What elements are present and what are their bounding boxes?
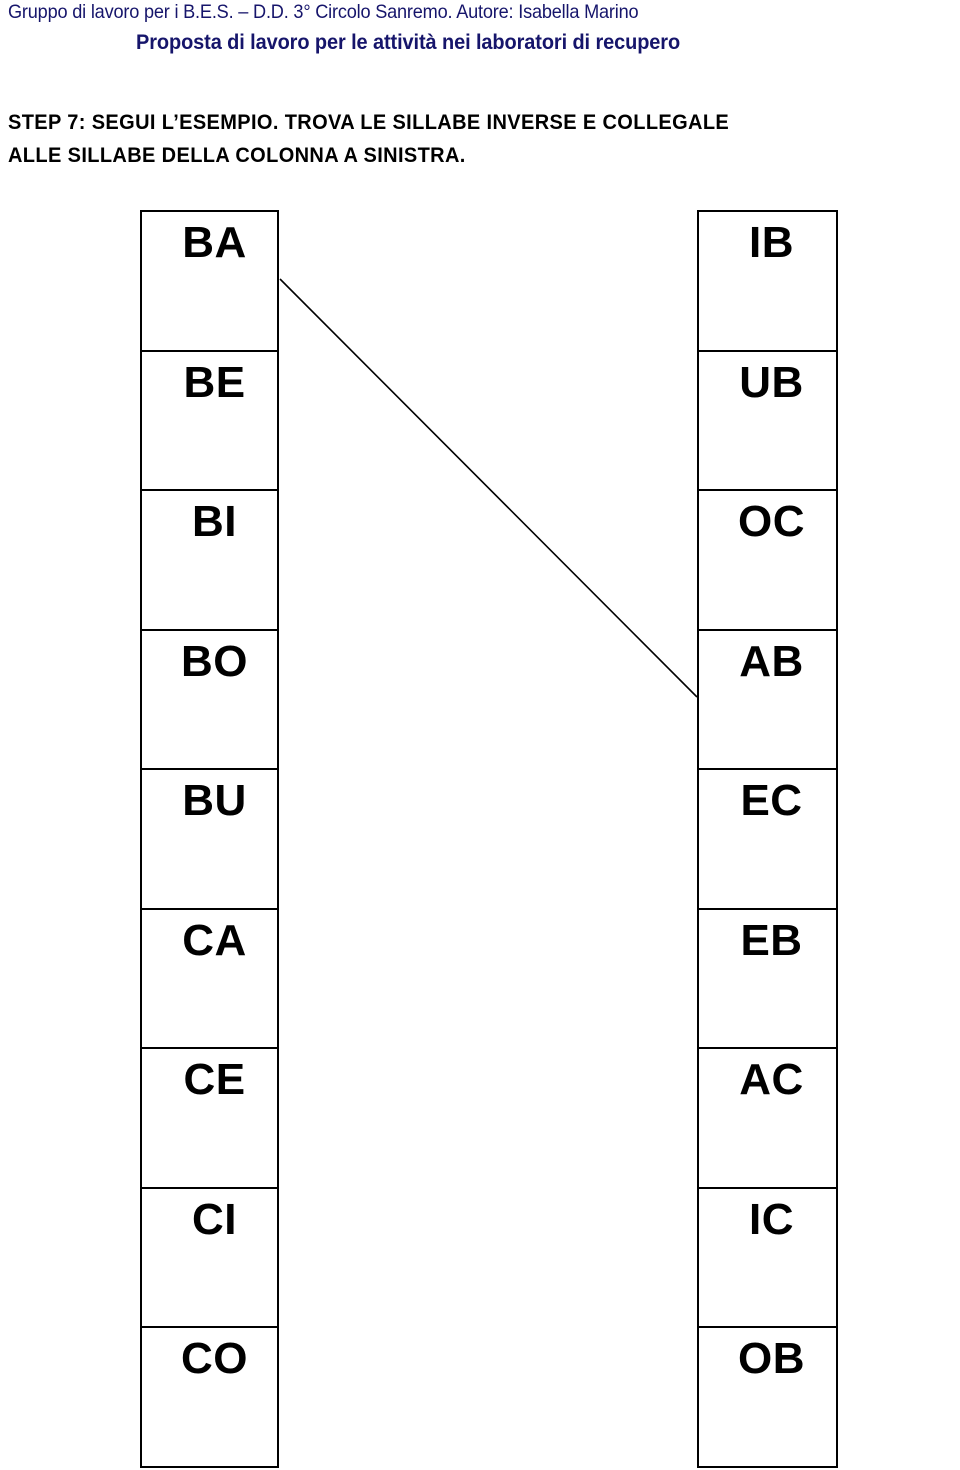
syllable-cell[interactable]: IB: [699, 212, 836, 352]
syllable-label: BE: [183, 357, 246, 407]
syllable-cell[interactable]: IC: [699, 1189, 836, 1328]
syllable-label: AB: [739, 636, 804, 686]
syllable-label: CI: [192, 1194, 237, 1244]
exercise-area: BA BE BI BO BU CA CE CI CO IB UB OC AB E…: [0, 0, 960, 1470]
syllable-cell[interactable]: OC: [699, 491, 836, 631]
syllable-cell[interactable]: BE: [142, 352, 277, 491]
syllable-cell[interactable]: CO: [142, 1328, 277, 1468]
syllable-label: EB: [740, 915, 803, 965]
syllable-label: OC: [738, 497, 805, 546]
syllable-label: OB: [738, 1334, 805, 1383]
syllable-cell[interactable]: BA: [142, 212, 277, 352]
syllable-label: EC: [740, 776, 803, 825]
syllable-cell[interactable]: OB: [699, 1328, 836, 1468]
syllable-label: IB: [749, 218, 794, 267]
syllable-cell[interactable]: BU: [142, 770, 277, 910]
syllable-label: CA: [182, 915, 247, 965]
syllable-cell[interactable]: EC: [699, 770, 836, 910]
syllable-label: BI: [192, 497, 237, 546]
syllable-column-left: BA BE BI BO BU CA CE CI CO: [140, 210, 279, 1468]
syllable-cell[interactable]: AB: [699, 631, 836, 770]
connector-line: [279, 278, 698, 698]
syllable-cell[interactable]: AC: [699, 1049, 836, 1189]
syllable-label: IC: [749, 1194, 794, 1244]
syllable-cell[interactable]: CI: [142, 1189, 277, 1328]
syllable-cell[interactable]: BI: [142, 491, 277, 631]
syllable-label: BU: [182, 776, 247, 825]
syllable-label: CO: [181, 1334, 248, 1383]
syllable-label: CE: [183, 1055, 246, 1104]
syllable-cell[interactable]: CE: [142, 1049, 277, 1189]
syllable-cell[interactable]: BO: [142, 631, 277, 770]
syllable-cell[interactable]: UB: [699, 352, 836, 491]
syllable-label: AC: [739, 1055, 804, 1104]
syllable-label: UB: [739, 357, 804, 407]
syllable-cell[interactable]: EB: [699, 910, 836, 1049]
syllable-label: BO: [181, 636, 248, 686]
syllable-column-right: IB UB OC AB EC EB AC IC OB: [697, 210, 838, 1468]
syllable-cell[interactable]: CA: [142, 910, 277, 1049]
syllable-label: BA: [182, 218, 247, 267]
